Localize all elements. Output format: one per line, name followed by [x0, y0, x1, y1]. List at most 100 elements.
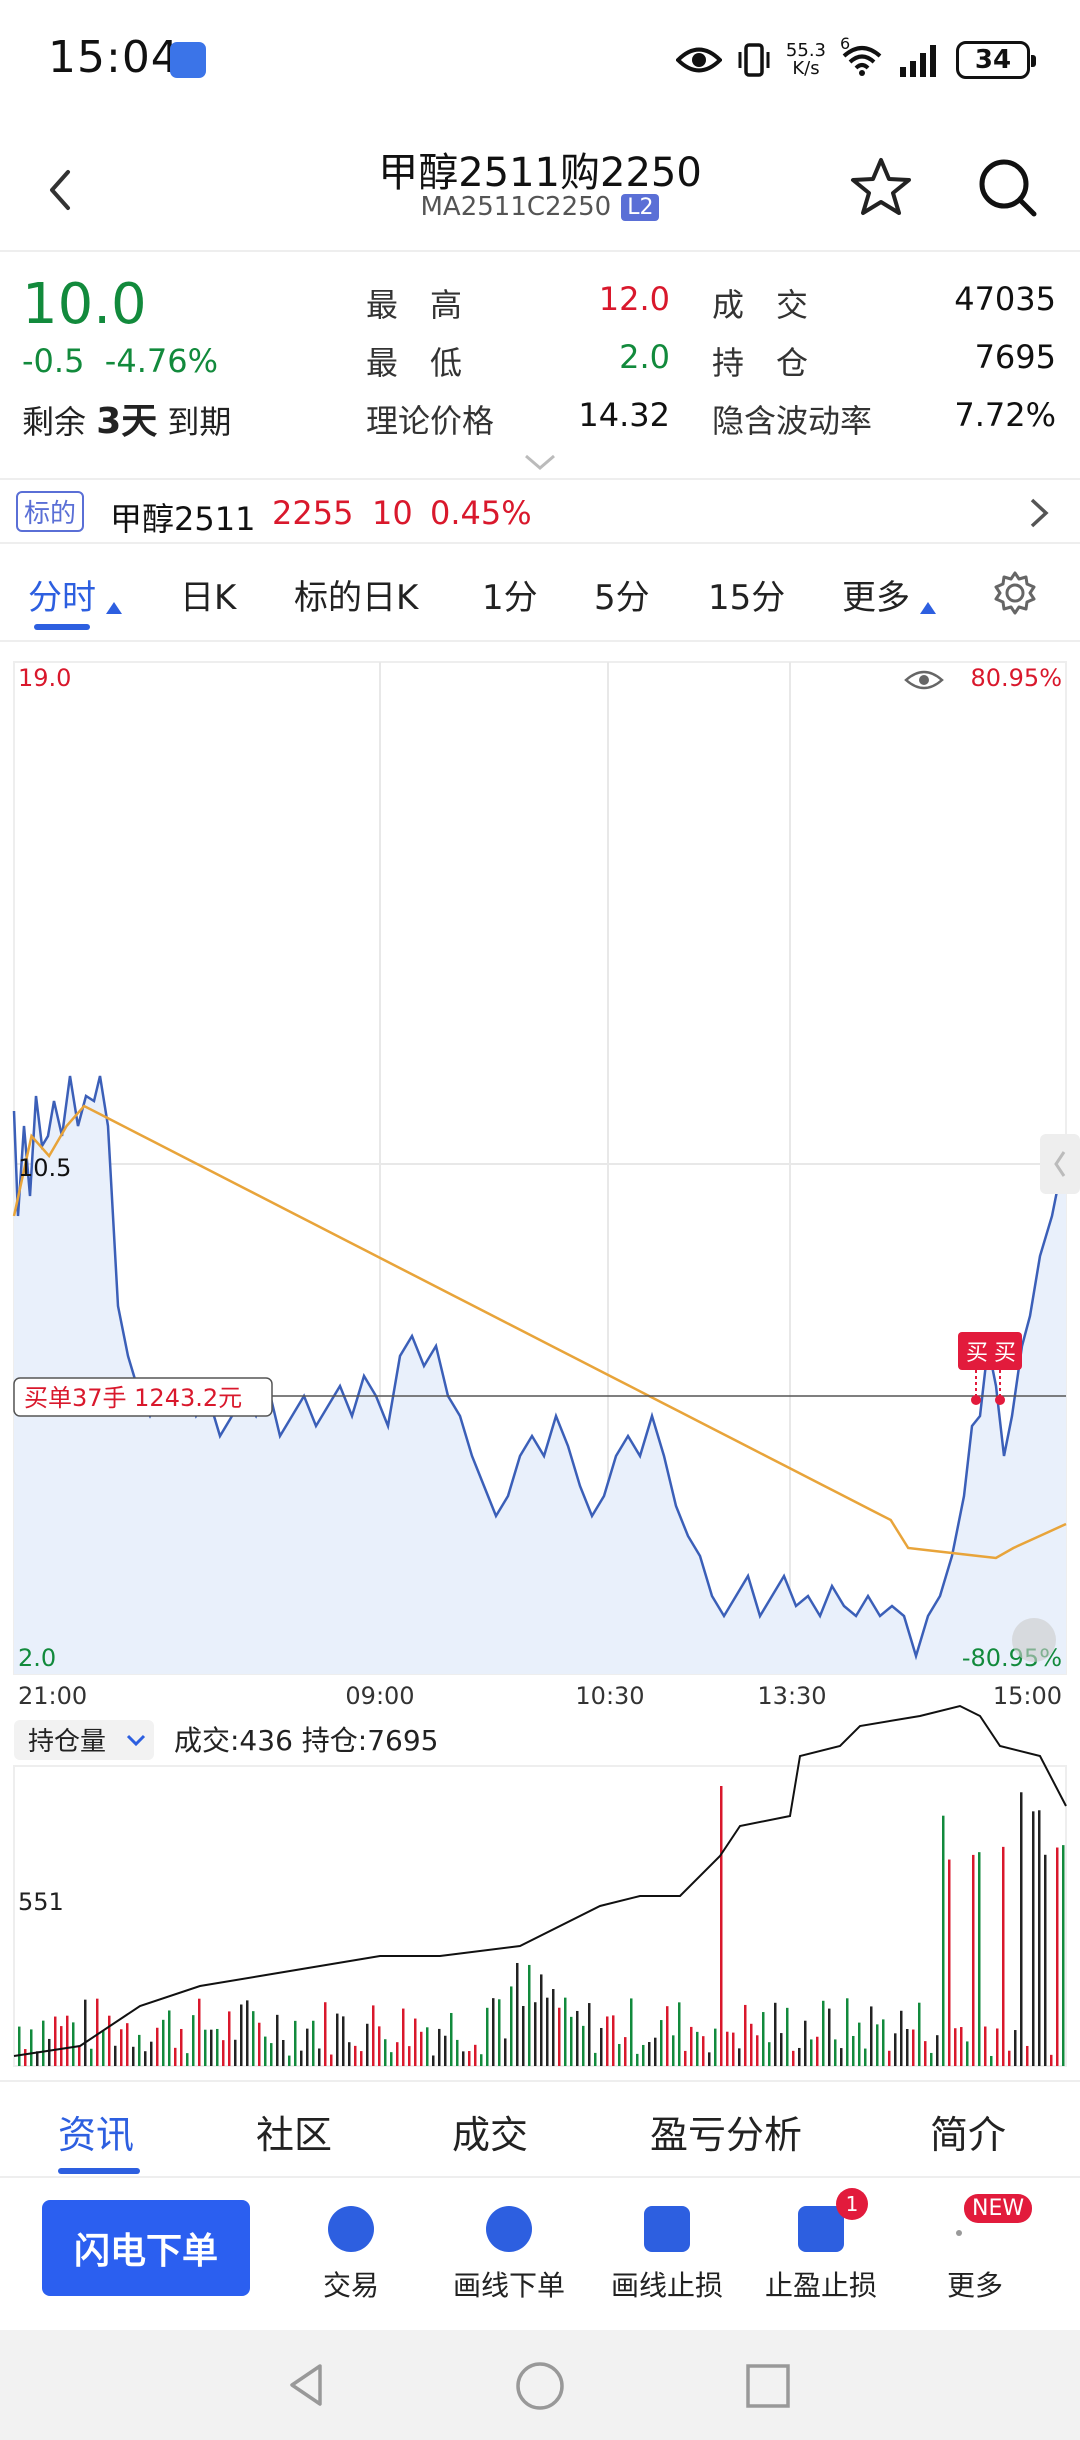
underlying-row[interactable]: 标的 甲醇2511 2255 10 0.45%	[0, 482, 1080, 544]
eye-toggle-icon[interactable]	[904, 670, 944, 690]
volume-bar	[102, 2030, 105, 2066]
volume-bar	[804, 2020, 807, 2066]
volume-bar	[990, 2055, 993, 2066]
volume-bar	[636, 2053, 639, 2066]
vibrate-icon	[738, 43, 770, 77]
volume-bar	[264, 2036, 267, 2066]
intraday-chart[interactable]: 19.0 10.5 2.0 80.95% -80.95% 买单37手 1243.…	[0, 656, 1080, 2086]
volume-bar	[744, 2004, 747, 2066]
volume-bar	[120, 2029, 123, 2066]
open-interest-value: 7695	[974, 338, 1056, 376]
contract-code-row: MA2511C2250 L2	[0, 192, 1080, 222]
status-time: 15:04	[48, 32, 180, 83]
volume-bar	[606, 2016, 609, 2066]
volume-bar	[972, 1854, 975, 2066]
gear-icon[interactable]	[992, 570, 1038, 616]
take-profit-stop-loss-action[interactable]: 1 止盈止损	[746, 2188, 896, 2304]
volume-bar	[774, 2002, 777, 2066]
volume-bar	[492, 1998, 495, 2066]
tab-pnl-analysis[interactable]: 盈亏分析	[650, 2104, 802, 2159]
dropdown-triangle-icon	[106, 602, 122, 614]
tab-more[interactable]: 更多	[842, 570, 910, 619]
side-drawer-handle[interactable]	[1040, 1134, 1080, 1194]
volume-bar	[702, 2036, 705, 2066]
volume-bar	[954, 2028, 957, 2066]
volume-bar	[648, 2042, 651, 2066]
dot-icon	[956, 2230, 962, 2236]
tab-intro[interactable]: 简介	[930, 2104, 1006, 2159]
tab-15min[interactable]: 15分	[708, 570, 785, 619]
price-area	[14, 1076, 1066, 1674]
scroll-handle[interactable]	[1012, 1618, 1056, 1662]
tab-intraday[interactable]: 分时	[28, 570, 96, 619]
flash-order-button[interactable]: 闪电下单	[42, 2200, 250, 2296]
x-label-0900: 09:00	[345, 1682, 414, 1710]
volume-bar	[978, 1852, 981, 2066]
chart-area[interactable]: 19.0 10.5 2.0 80.95% -80.95% 买单37手 1243.…	[0, 656, 1080, 2086]
volume-bar	[408, 2046, 411, 2066]
volume-bar	[612, 2015, 615, 2066]
volume-bar	[750, 2023, 753, 2066]
volume-bar	[246, 2000, 249, 2066]
expand-chevron-icon[interactable]	[522, 450, 558, 474]
low-label: 最 低	[366, 344, 463, 382]
tab-1min[interactable]: 1分	[482, 570, 538, 619]
nav-back-icon[interactable]	[282, 2360, 332, 2410]
net-speed: 55.3 K/s	[785, 40, 826, 79]
trade-action[interactable]: 交易	[276, 2206, 426, 2304]
volume-bar	[840, 2048, 843, 2066]
volume-bar	[1056, 1847, 1059, 2066]
status-icons: 55.3 K/s 6 34	[675, 34, 1036, 84]
tab-underlying-daily-k[interactable]: 标的日K	[294, 570, 418, 619]
back-chevron-icon[interactable]	[30, 160, 90, 220]
volume-bar	[768, 2042, 771, 2066]
volume-bar	[516, 1962, 519, 2066]
volume-bar	[882, 2019, 885, 2066]
draw-order-action[interactable]: 画线下单	[434, 2206, 584, 2304]
nav-recents-icon[interactable]	[744, 2362, 792, 2410]
volume-bar	[456, 2039, 459, 2066]
tab-news[interactable]: 资讯	[58, 2104, 134, 2159]
volume-bar	[1062, 1845, 1065, 2066]
underlying-tag: 标的	[16, 491, 85, 532]
volume-bar	[48, 2038, 51, 2066]
draw-stop-action[interactable]: 画线止损	[592, 2206, 742, 2304]
tab-trades[interactable]: 成交	[452, 2104, 528, 2159]
app-notification-icon	[170, 42, 206, 78]
volume-bar	[1008, 2050, 1011, 2066]
volume-bar	[690, 2026, 693, 2066]
low-value: 2.0	[619, 338, 670, 376]
volume-bar	[300, 2050, 303, 2066]
volume-bar	[324, 2002, 327, 2066]
star-icon[interactable]	[846, 152, 916, 222]
action-bar: 闪电下单 交易 画线下单 画线止损 1 止盈止损 NEW 更多	[0, 2180, 1080, 2330]
nav-home-icon[interactable]	[514, 2360, 566, 2412]
volume-bar	[432, 2055, 435, 2066]
volume-bar	[828, 2008, 831, 2066]
volume-bar	[798, 2047, 801, 2066]
volume-bar	[282, 2039, 285, 2066]
volume-bar	[762, 2012, 765, 2066]
volume-bar	[660, 2020, 663, 2066]
tab-5min[interactable]: 5分	[594, 570, 650, 619]
tab-daily-k[interactable]: 日K	[180, 570, 236, 619]
volume-bar	[354, 2045, 357, 2066]
l2-badge: L2	[621, 193, 660, 221]
volume-bar	[534, 2002, 537, 2066]
volume-bar	[528, 1964, 531, 2066]
quote-panel: 10.0 -0.5 -4.76% 剩余 3天 到期 最 高 12.0 成 交 4…	[0, 254, 1080, 480]
volume-bar	[228, 2011, 231, 2066]
chevron-right-icon	[1030, 498, 1049, 528]
pct-axis-top: 80.95%	[970, 664, 1062, 692]
tab-community[interactable]: 社区	[256, 2104, 332, 2159]
underlying-price: 2255	[272, 494, 354, 532]
volume-bar	[222, 2040, 225, 2066]
search-icon[interactable]	[972, 152, 1042, 222]
volume-bar	[624, 2037, 627, 2066]
buy-order-label[interactable]: 买单37手 1243.2元	[13, 1377, 273, 1417]
expiry-countdown: 剩余 3天 到期	[22, 401, 232, 442]
volume-bar	[198, 1998, 201, 2066]
more-action[interactable]: NEW 更多	[900, 2194, 1050, 2304]
theoretical-price-label: 理论价格	[366, 402, 495, 440]
status-bar: 15:04 55.3 K/s 6 34	[0, 0, 1080, 120]
